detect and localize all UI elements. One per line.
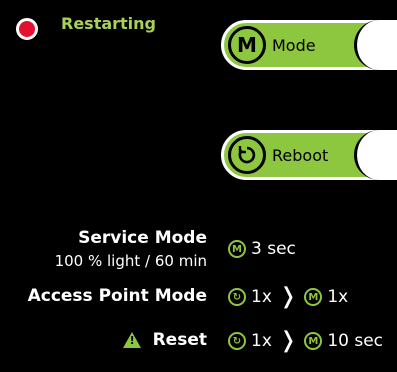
mode-icon: M [228,26,266,64]
access-point-right-value: 1x [327,287,349,307]
reboot-button-cap [354,130,397,180]
access-point-left-value: 1x [251,287,272,307]
warning-icon [122,332,141,348]
service-mode-subtitle: 100 % light / 60 min [54,252,207,270]
reboot-label: Reboot [272,146,329,165]
service-mode-duration: 3 sec [251,239,296,259]
service-mode-value: M 3 sec [228,239,296,259]
service-mode-title: Service Mode [78,228,207,248]
reset-value: ↻ 1x ❭ M 10 sec [228,330,383,352]
access-point-value: ↻ 1x ❭ M 1x [228,286,348,308]
reset-title-wrap: Reset [122,330,207,350]
reset-left-value: 1x [251,331,272,351]
reset-right-value: 10 sec [327,331,384,351]
restart-icon [228,136,266,174]
mode-mini-icon: M [304,288,323,306]
mode-button[interactable]: M Mode [221,20,397,70]
reboot-button[interactable]: Reboot [221,130,397,180]
mode-mini-icon: M [228,240,246,258]
mode-label: Mode [272,36,316,55]
reboot-mini-icon: ↻ [228,332,246,350]
access-point-title: Access Point Mode [27,286,207,306]
mode-button-cap [354,20,397,70]
reboot-mini-icon: ↻ [228,288,246,306]
mode-mini-icon: M [304,332,323,350]
status-dot [16,18,38,40]
chevron-right-icon: ❭ [278,284,298,309]
status-text: Restarting [61,14,157,33]
restart-symbol [238,146,256,164]
chevron-right-icon: ❭ [278,328,298,353]
reset-title: Reset [152,330,207,350]
